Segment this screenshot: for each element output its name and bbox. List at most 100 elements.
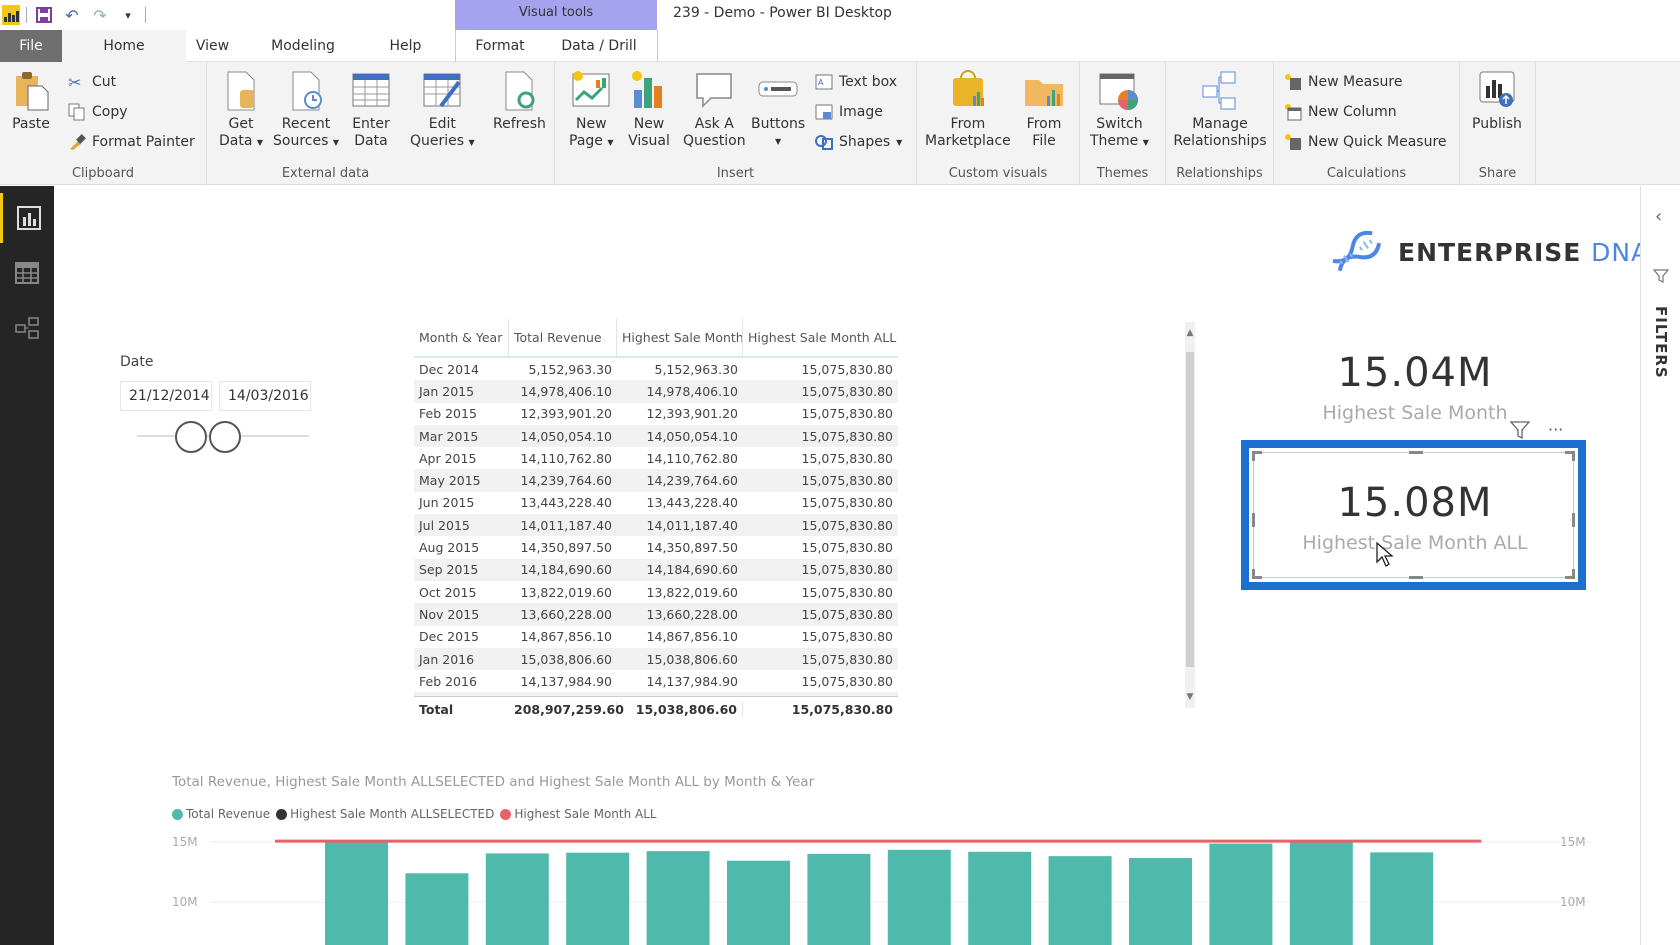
legend-item-total-revenue[interactable]: Total Revenue bbox=[172, 807, 270, 821]
resize-handle[interactable] bbox=[1409, 451, 1423, 454]
from-file-button[interactable]: From File bbox=[1023, 68, 1065, 150]
shapes-button[interactable]: Shapes ▼ bbox=[815, 130, 902, 154]
save-icon[interactable] bbox=[33, 4, 55, 26]
legend-label: Highest Sale Month ALLSELECTED bbox=[290, 807, 495, 821]
buttons-button[interactable]: Buttons ▼ bbox=[751, 68, 805, 150]
recent-sources-button[interactable]: Recent Sources ▼ bbox=[273, 68, 339, 151]
filters-pane[interactable]: ‹ FILTERS bbox=[1640, 186, 1680, 945]
bar-total-revenue[interactable] bbox=[807, 853, 871, 945]
new-quick-measure-button[interactable]: New Quick Measure bbox=[1284, 130, 1447, 154]
refresh-button[interactable]: Refresh bbox=[493, 68, 546, 133]
enter-data-button[interactable]: Enter Data bbox=[350, 68, 392, 150]
end-date-input[interactable]: 14/03/2016 bbox=[219, 381, 311, 411]
tab-view[interactable]: View bbox=[190, 30, 235, 62]
switch-theme-button[interactable]: Switch Theme ▼ bbox=[1090, 68, 1149, 151]
table-row[interactable]: Dec 2015 14,867,856.10 14,867,856.10 15,075… bbox=[414, 626, 898, 648]
card-highest-sale-month-all[interactable]: 15.08M Highest Sale Month ALL bbox=[1245, 480, 1585, 554]
table-scrollbar[interactable]: ▲ ▼ bbox=[1185, 322, 1195, 708]
bar-total-revenue[interactable] bbox=[566, 852, 630, 945]
table-row[interactable]: Sep 2015 14,184,690.60 14,184,690.60 15,075… bbox=[414, 558, 898, 581]
report-view-button[interactable] bbox=[0, 193, 54, 243]
table-row[interactable]: Nov 2015 13,660,228.00 13,660,228.00 15,075… bbox=[414, 603, 898, 626]
model-view-button[interactable] bbox=[0, 303, 54, 353]
table-row[interactable]: Dec 2014 5,152,963.30 5,152,963.30 15,075,8… bbox=[414, 358, 898, 380]
table-row[interactable]: May 2015 14,239,764.60 14,239,764.60 15,075… bbox=[414, 469, 898, 492]
bar-total-revenue[interactable] bbox=[485, 853, 549, 945]
new-measure-button[interactable]: New Measure bbox=[1284, 70, 1403, 94]
tab-help[interactable]: Help bbox=[383, 30, 428, 62]
bar-total-revenue[interactable] bbox=[1370, 852, 1434, 945]
table-row[interactable]: Jan 2015 14,978,406.10 14,978,406.10 15,075… bbox=[414, 380, 898, 403]
manage-relationships-label-1: Manage bbox=[1192, 116, 1248, 132]
column-header-month-year[interactable]: Month & Year bbox=[414, 319, 509, 357]
bar-total-revenue[interactable] bbox=[887, 849, 951, 945]
scrollbar-thumb[interactable] bbox=[1186, 352, 1194, 667]
table-row[interactable]: Feb 2016 14,137,984.90 14,137,984.90 15,075… bbox=[414, 670, 898, 692]
resize-handle[interactable] bbox=[1252, 569, 1255, 579]
image-button[interactable]: Image bbox=[815, 100, 883, 124]
new-page-button[interactable]: New Page ▼ bbox=[569, 68, 614, 151]
table-row[interactable]: Feb 2015 12,393,901.20 12,393,901.20 15,075… bbox=[414, 403, 898, 425]
new-column-button[interactable]: New Column bbox=[1284, 100, 1397, 124]
customize-toolbar-icon[interactable]: ▾ bbox=[117, 4, 139, 26]
filter-funnel-icon[interactable] bbox=[1510, 420, 1530, 439]
bar-total-revenue[interactable] bbox=[1048, 856, 1112, 945]
table-row[interactable]: Jul 2015 14,011,187.40 14,011,187.40 15,075… bbox=[414, 514, 898, 537]
edit-queries-button[interactable]: Edit Queries ▼ bbox=[410, 68, 475, 151]
tab-modeling[interactable]: Modeling bbox=[262, 30, 344, 62]
new-visual-button[interactable]: New Visual bbox=[628, 68, 670, 150]
bar-total-revenue[interactable] bbox=[1289, 841, 1353, 945]
tab-file[interactable]: File bbox=[0, 30, 62, 62]
bar-total-revenue[interactable] bbox=[1129, 858, 1192, 945]
bar-total-revenue[interactable] bbox=[1209, 843, 1273, 945]
table-row[interactable]: Oct 2015 13,822,019.60 13,822,019.60 15,075… bbox=[414, 581, 898, 603]
paste-button[interactable]: Paste bbox=[10, 68, 52, 133]
ask-question-button[interactable]: Ask A Question bbox=[683, 68, 746, 150]
copy-button[interactable]: Copy bbox=[68, 100, 128, 124]
table-row[interactable]: Aug 2015 14,350,897.50 14,350,897.50 15,075… bbox=[414, 536, 898, 558]
table-cell: Aug 2015 bbox=[419, 540, 480, 556]
table-row[interactable]: Mar 20166,464,508.406,464,508.4015,075,8… bbox=[414, 692, 898, 696]
column-header-total-revenue[interactable]: Total Revenue bbox=[509, 319, 617, 357]
cut-button[interactable]: ✂ Cut bbox=[68, 70, 116, 94]
legend-item-highest-sale-month-all[interactable]: Highest Sale Month ALL bbox=[500, 807, 657, 821]
table-row[interactable]: Jun 2015 13,443,228.40 13,443,228.40 15,075… bbox=[414, 492, 898, 514]
column-header-highest-sale-month-all[interactable]: Highest Sale Month ALL bbox=[743, 319, 898, 357]
card-highest-sale-month[interactable]: 15.04M Highest Sale Month bbox=[1245, 350, 1585, 424]
resize-handle[interactable] bbox=[1409, 576, 1423, 579]
table-row[interactable]: Apr 2015 14,110,762.80 14,110,762.80 15,075… bbox=[414, 447, 898, 469]
start-date-input[interactable]: 21/12/2014 bbox=[120, 381, 212, 411]
bar-total-revenue[interactable] bbox=[646, 851, 710, 945]
publish-button[interactable]: Publish bbox=[1472, 68, 1522, 133]
data-view-button[interactable] bbox=[0, 248, 54, 298]
slider-handle-end[interactable] bbox=[209, 421, 241, 453]
bar-total-revenue[interactable] bbox=[727, 860, 790, 945]
scroll-up-icon[interactable]: ▲ bbox=[1185, 328, 1195, 338]
table-row[interactable]: Jan 2016 15,038,806.60 15,038,806.60 15,075… bbox=[414, 647, 898, 671]
format-painter-button[interactable]: Format Painter bbox=[68, 130, 195, 154]
redo-icon[interactable]: ↷ bbox=[89, 4, 111, 26]
scroll-down-icon[interactable]: ▼ bbox=[1185, 692, 1195, 702]
table-total-row: Total 208,907,259.60 15,038,806.60 15,07… bbox=[414, 696, 898, 722]
tab-home[interactable]: Home bbox=[62, 30, 186, 62]
text-box-button[interactable]: A Text box bbox=[815, 70, 897, 94]
table-row[interactable]: Mar 2015 14,050,054.10 14,050,054.10 15,075… bbox=[414, 424, 898, 448]
bar-total-revenue[interactable] bbox=[405, 873, 469, 945]
undo-icon[interactable]: ↶ bbox=[61, 4, 83, 26]
resize-handle[interactable] bbox=[1252, 451, 1255, 461]
ribbon: Paste ✂ Cut Copy Format Painter Clipboar… bbox=[0, 62, 1680, 185]
resize-handle[interactable] bbox=[1572, 569, 1575, 579]
bar-total-revenue[interactable] bbox=[968, 851, 1032, 945]
slider-handle-start[interactable] bbox=[175, 421, 207, 453]
bar-total-revenue[interactable] bbox=[325, 842, 388, 945]
resize-handle[interactable] bbox=[1572, 451, 1575, 461]
manage-relationships-button[interactable]: Manage Relationships bbox=[1166, 68, 1274, 150]
get-data-button[interactable]: Get Data ▼ bbox=[219, 68, 263, 151]
tab-data-drill[interactable]: Data / Drill bbox=[555, 30, 643, 62]
legend-item-highest-sale-month-allselected[interactable]: Highest Sale Month ALLSELECTED bbox=[276, 807, 494, 821]
more-options-icon[interactable]: ··· bbox=[1548, 420, 1563, 439]
tab-format[interactable]: Format bbox=[470, 30, 530, 62]
from-marketplace-button[interactable]: From Marketplace bbox=[925, 68, 1011, 150]
expand-filters-chevron-icon[interactable]: ‹ bbox=[1655, 206, 1662, 227]
column-header-highest-sale-month[interactable]: Highest Sale Month bbox=[617, 319, 743, 357]
